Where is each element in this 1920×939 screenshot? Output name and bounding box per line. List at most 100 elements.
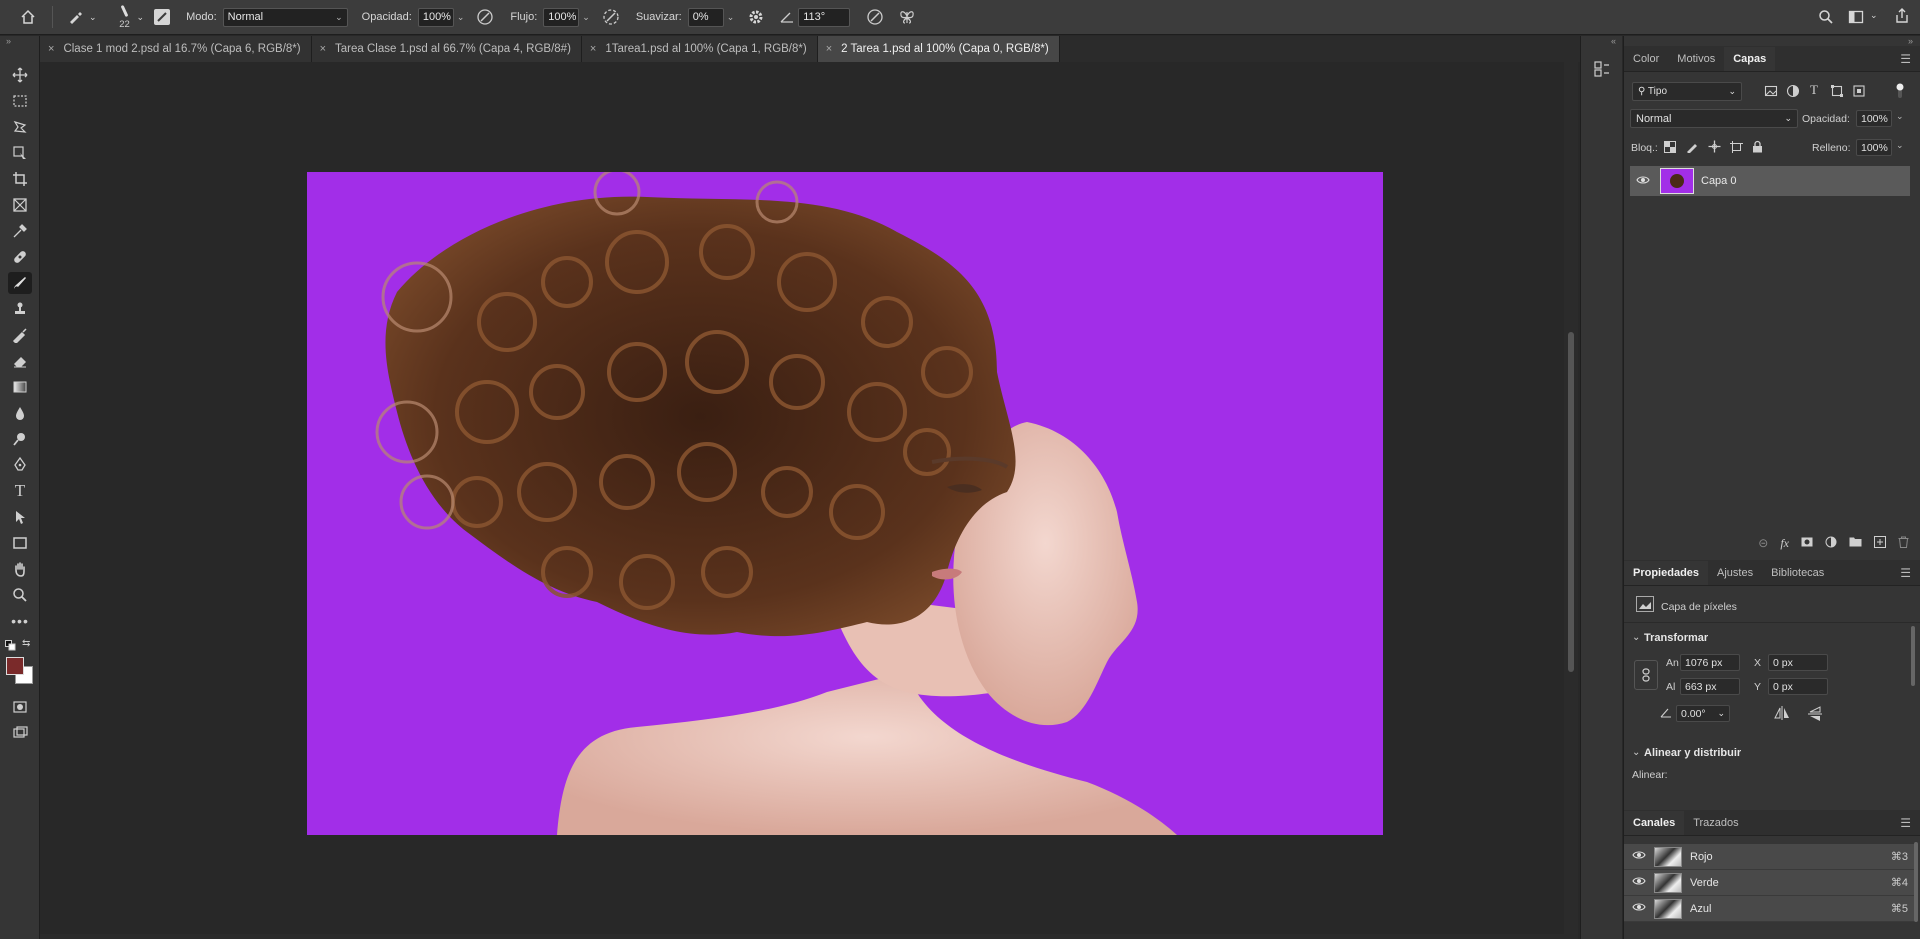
layer-opacity-input[interactable]: 100% [1856, 110, 1892, 127]
close-icon[interactable]: × [590, 43, 596, 55]
brush-settings-panel-icon[interactable] [154, 9, 171, 25]
symmetry-butterfly-icon[interactable] [898, 8, 916, 26]
document-canvas[interactable] [307, 172, 1383, 835]
transform-section-title[interactable]: Transformar [1644, 632, 1708, 644]
more-tools-icon[interactable]: ••• [8, 610, 32, 632]
fx-icon[interactable]: fx [1780, 536, 1789, 551]
adjustment-layer-icon[interactable] [1825, 536, 1837, 551]
default-colors-icon[interactable] [5, 640, 16, 654]
document-tab[interactable]: × 1Tarea1.psd al 100% (Capa 1, RGB/8*) [581, 36, 818, 62]
marquee-tool-icon[interactable] [8, 90, 32, 112]
object-selection-tool-icon[interactable] [8, 142, 32, 164]
rotation-input[interactable]: 0.00° ⌄ [1676, 705, 1730, 722]
tab-propiedades[interactable]: Propiedades [1624, 561, 1709, 585]
brush-preset-icon[interactable] [67, 9, 83, 25]
layer-filter-select[interactable]: ⚲ Tipo ⌄ [1632, 82, 1742, 101]
foreground-color-swatch[interactable] [6, 657, 24, 675]
document-tab[interactable]: × Tarea Clase 1.psd al 66.7% (Capa 4, RG… [311, 36, 582, 62]
tab-motivos[interactable]: Motivos [1668, 47, 1724, 71]
visibility-eye-icon[interactable] [1632, 902, 1646, 915]
tab-trazados[interactable]: Trazados [1684, 811, 1747, 835]
panel-menu-icon[interactable]: ☰ [1900, 566, 1911, 580]
visibility-eye-icon[interactable] [1636, 175, 1652, 188]
scrollbar-thumb[interactable] [1568, 332, 1574, 672]
chevron-down-icon[interactable]: ⌄ [1632, 747, 1640, 758]
type-tool-icon[interactable]: T [8, 480, 32, 502]
healing-brush-tool-icon[interactable] [8, 246, 32, 268]
lock-pixels-icon[interactable] [1686, 141, 1698, 156]
opacity-input[interactable]: 100% [417, 7, 454, 27]
chevron-down-icon[interactable]: ⌄ [1870, 10, 1878, 21]
eraser-tool-icon[interactable] [8, 350, 32, 372]
vertical-scrollbar[interactable] [1564, 62, 1578, 939]
flip-horizontal-icon[interactable] [1774, 706, 1790, 723]
workspace-icon[interactable] [1848, 9, 1864, 25]
add-mask-icon[interactable] [1801, 536, 1813, 551]
clone-stamp-tool-icon[interactable] [8, 298, 32, 320]
flip-vertical-icon[interactable] [1808, 706, 1822, 725]
history-brush-tool-icon[interactable] [8, 324, 32, 346]
share-icon[interactable] [1894, 8, 1910, 24]
collapse-dock-icon[interactable]: » [1908, 36, 1913, 46]
home-icon[interactable] [18, 7, 38, 27]
channel-row-rojo[interactable]: Rojo ⌘3 [1624, 844, 1914, 870]
new-group-icon[interactable] [1849, 536, 1862, 550]
pen-tool-icon[interactable] [8, 454, 32, 476]
panel-menu-icon[interactable]: ☰ [1900, 52, 1911, 66]
history-panel-icon[interactable] [1593, 60, 1611, 81]
document-tab[interactable]: × Clase 1 mod 2.psd al 16.7% (Capa 6, RG… [40, 36, 312, 62]
channel-row-azul[interactable]: Azul ⌘5 [1624, 896, 1914, 922]
visibility-eye-icon[interactable] [1632, 850, 1646, 863]
path-selection-tool-icon[interactable] [8, 506, 32, 528]
smart-object-filter-icon[interactable] [1852, 84, 1866, 101]
tab-canales[interactable]: Canales [1624, 811, 1685, 835]
align-section-title[interactable]: Alinear y distribuir [1644, 747, 1741, 759]
layer-row[interactable]: Capa 0 [1630, 166, 1910, 196]
airbrush-icon[interactable] [602, 8, 620, 26]
collapse-toolbar-icon[interactable]: » [6, 36, 11, 46]
close-icon[interactable]: × [48, 43, 54, 55]
lock-position-icon[interactable] [1708, 140, 1721, 156]
smoothing-input[interactable]: 0% [687, 7, 724, 27]
mode-select[interactable]: Normal ⌄ [222, 7, 348, 27]
frame-tool-icon[interactable] [8, 194, 32, 216]
chevron-down-icon[interactable]: ⌄ [137, 12, 145, 23]
lasso-tool-icon[interactable] [8, 116, 32, 138]
close-icon[interactable]: × [826, 43, 832, 55]
new-layer-icon[interactable] [1874, 535, 1886, 551]
quick-mask-icon[interactable] [8, 696, 32, 718]
y-input[interactable]: 0 px [1768, 678, 1828, 695]
horizontal-scrollbar[interactable] [40, 934, 1564, 939]
flow-dropdown[interactable]: ⌄ [582, 12, 590, 23]
screen-mode-icon[interactable] [8, 722, 32, 744]
shape-filter-icon[interactable] [1830, 84, 1844, 101]
smoothing-dropdown[interactable]: ⌄ [727, 12, 735, 23]
visibility-eye-icon[interactable] [1632, 876, 1646, 889]
flow-input[interactable]: 100% [543, 7, 580, 27]
chevron-down-icon[interactable]: ⌄ [1896, 111, 1904, 122]
crop-tool-icon[interactable] [8, 168, 32, 190]
tab-capas[interactable]: Capas [1724, 47, 1776, 71]
lock-all-icon[interactable] [1752, 140, 1763, 156]
brush-size-picker[interactable]: 22 [115, 2, 135, 32]
close-icon[interactable]: × [320, 43, 326, 55]
search-icon[interactable] [1818, 9, 1834, 25]
blend-mode-select[interactable]: Normal ⌄ [1630, 109, 1798, 128]
pressure-opacity-icon[interactable] [476, 8, 494, 26]
channel-row-verde[interactable]: Verde ⌘4 [1624, 870, 1914, 896]
filter-toggle-icon[interactable] [1894, 82, 1906, 100]
hand-tool-icon[interactable] [8, 558, 32, 580]
opacity-dropdown[interactable]: ⌄ [457, 12, 465, 23]
zoom-tool-icon[interactable] [8, 584, 32, 606]
channels-scrollbar-thumb[interactable] [1914, 842, 1918, 922]
brush-tool-icon[interactable] [8, 272, 32, 294]
swap-colors-icon[interactable]: ⇆ [22, 638, 30, 649]
dodge-tool-icon[interactable] [8, 428, 32, 450]
gradient-tool-icon[interactable] [8, 376, 32, 398]
document-tab-active[interactable]: × 2 Tarea 1.psd al 100% (Capa 0, RGB/8*) [817, 36, 1060, 62]
link-dimensions-icon[interactable] [1634, 660, 1658, 690]
tab-bibliotecas[interactable]: Bibliotecas [1762, 561, 1833, 585]
chevron-down-icon[interactable]: ⌄ [1632, 632, 1640, 643]
rectangle-tool-icon[interactable] [8, 532, 32, 554]
properties-scrollbar-thumb[interactable] [1911, 626, 1915, 686]
